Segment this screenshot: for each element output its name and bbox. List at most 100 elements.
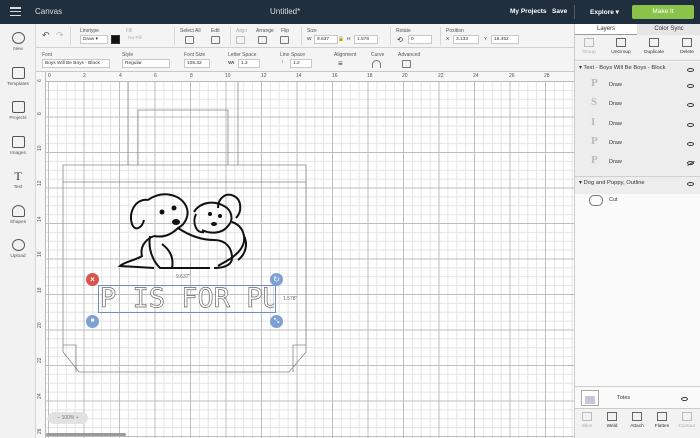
fill-select[interactable]: No Fill xyxy=(126,35,152,44)
hamburger-menu-icon[interactable] xyxy=(10,7,21,17)
my-projects-link[interactable]: My Projects xyxy=(510,8,547,15)
tote-icon xyxy=(585,396,595,404)
lock-handle-icon[interactable]: ■ xyxy=(86,315,99,328)
left-nav: New Templates Projects Images T Text Shap… xyxy=(0,24,36,438)
x-input[interactable]: 3.133 xyxy=(453,35,479,44)
font-value: Boys Will Be Boys - Block xyxy=(45,61,100,66)
weld-icon xyxy=(607,412,617,421)
make-it-button[interactable]: Make It xyxy=(632,5,694,19)
font-select[interactable]: Boys Will Be Boys - Block xyxy=(42,59,110,68)
layer-item-label[interactable]: Draw xyxy=(609,101,622,107)
redo-icon[interactable]: ↷ xyxy=(56,30,64,41)
width-readout: 9.637" xyxy=(176,274,191,280)
font-size-input[interactable]: 105.32 xyxy=(184,59,210,68)
advanced-icon[interactable] xyxy=(402,60,411,68)
height-input[interactable]: 1.578 xyxy=(354,35,378,44)
nav-projects[interactable]: Projects xyxy=(0,101,36,121)
alignment-label: Alignment xyxy=(334,52,357,58)
nav-new[interactable]: New xyxy=(0,32,36,52)
letter-space-input[interactable]: 1.2 xyxy=(238,59,260,68)
undo-icon[interactable]: ↶ xyxy=(42,30,50,41)
visibility-eye-icon[interactable] xyxy=(687,123,694,127)
canvas-thumbnail[interactable] xyxy=(581,390,599,406)
shirt-icon xyxy=(11,67,25,79)
align-text-icon[interactable]: ≡ xyxy=(338,59,343,68)
slice-button[interactable]: Slice xyxy=(575,412,599,429)
group-button[interactable]: Group xyxy=(575,38,603,55)
edit-label: Edit xyxy=(211,28,220,34)
delete-handle-icon[interactable]: × xyxy=(86,273,99,286)
visibility-eye-icon[interactable] xyxy=(681,397,688,401)
line-color-swatch[interactable] xyxy=(111,35,120,44)
visibility-eye-icon[interactable] xyxy=(687,103,694,107)
projects-icon xyxy=(11,101,25,113)
tab-layers[interactable]: Layers xyxy=(575,24,637,35)
design-canvas[interactable]: 0 2 4 6 8 10 12 14 16 18 20 22 24 26 28 … xyxy=(36,72,574,438)
layer-item-label[interactable]: Draw xyxy=(609,159,622,165)
dog-and-puppy-image[interactable] xyxy=(114,178,250,274)
ungroup-button[interactable]: UnGroup xyxy=(607,38,635,55)
attach-button[interactable]: Attach xyxy=(625,412,649,429)
delete-button[interactable]: Delete xyxy=(673,38,700,55)
text-art-layer[interactable]: P IS FOR PUPPY xyxy=(100,286,274,312)
save-button[interactable]: Save xyxy=(552,8,567,15)
zoom-control[interactable]: − 100% + xyxy=(48,412,88,424)
tab-color-sync[interactable]: Color Sync xyxy=(637,24,700,35)
nav-images[interactable]: Images xyxy=(0,136,36,156)
y-input[interactable]: 18.452 xyxy=(491,35,519,44)
arrange-icon[interactable] xyxy=(258,36,267,44)
layer-item-label[interactable]: Cut xyxy=(609,197,618,203)
ruler-tick: 8 xyxy=(190,73,193,79)
nav-upload[interactable]: Upload xyxy=(0,239,36,259)
style-select[interactable]: Regular xyxy=(122,59,170,68)
rotate-input[interactable]: 0 xyxy=(408,35,432,44)
layer-item-label[interactable]: Draw xyxy=(609,121,622,127)
layer-thumbnail: P xyxy=(591,154,598,166)
ruler-tick: 20 xyxy=(402,73,408,79)
duplicate-icon xyxy=(649,38,659,47)
ruler-tick: 6 xyxy=(154,73,157,79)
align-icon[interactable] xyxy=(236,36,245,44)
visibility-eye-icon[interactable] xyxy=(687,182,694,186)
line-space-input[interactable]: 1.2 xyxy=(290,59,312,68)
ruler-tick: 4 xyxy=(119,73,122,79)
visibility-eye-icon[interactable] xyxy=(687,68,694,72)
horizontal-scrollbar[interactable] xyxy=(46,433,126,436)
layers-panel: Layers Color Sync Group UnGroup Duplicat… xyxy=(574,24,700,438)
select-all-icon[interactable] xyxy=(185,36,194,44)
explore-label: Explore xyxy=(590,9,614,16)
flip-icon[interactable] xyxy=(280,36,289,44)
visibility-eye-icon[interactable] xyxy=(687,84,694,88)
dog-thumbnail-icon xyxy=(589,195,603,206)
width-input[interactable]: 9.637 xyxy=(314,35,338,44)
nav-templates[interactable]: Templates xyxy=(0,67,36,87)
flatten-button[interactable]: Flatten xyxy=(650,412,674,429)
scissors-icon[interactable] xyxy=(211,36,220,44)
layer-group-title[interactable]: ▾ Dog and Puppy, Outline xyxy=(579,180,645,186)
lock-icon[interactable]: 🔒 xyxy=(338,37,344,42)
resize-handle-icon[interactable]: ⤡ xyxy=(270,315,283,328)
style-label: Style xyxy=(122,52,134,58)
edit-toolbar: ↶ ↷ Linetype Draw ▾ Fill No Fill Select … xyxy=(36,24,574,48)
advanced-label: Advanced xyxy=(398,52,421,58)
contour-button[interactable]: Contour xyxy=(675,412,699,429)
layer-group-title: ▾ Text - Boys Will Be Boys - Block xyxy=(579,65,666,71)
text-toolbar: Font Boys Will Be Boys - Block Style Reg… xyxy=(36,48,574,72)
nav-text[interactable]: T Text xyxy=(0,170,36,190)
layer-item-label[interactable]: Draw xyxy=(609,140,622,146)
weld-button[interactable]: Weld xyxy=(600,412,624,429)
visibility-eye-icon[interactable] xyxy=(687,142,694,146)
hidden-eye-icon[interactable] xyxy=(687,161,694,165)
duplicate-button[interactable]: Duplicate xyxy=(640,38,668,55)
document-title[interactable]: Untitled* xyxy=(270,7,300,16)
linetype-select[interactable]: Draw ▾ xyxy=(80,35,108,44)
nav-shapes[interactable]: Shapes xyxy=(0,205,36,225)
ruler-tick: 24 xyxy=(37,393,43,399)
trash-icon xyxy=(682,38,692,47)
ruler-tick: 16 xyxy=(37,251,43,257)
curve-icon[interactable] xyxy=(372,60,381,68)
rotate-handle-icon[interactable]: ↻ xyxy=(270,273,283,286)
explore-menu[interactable]: Explore ▾ xyxy=(590,8,619,16)
divider xyxy=(575,176,700,177)
layer-item-label[interactable]: Draw xyxy=(609,82,622,88)
